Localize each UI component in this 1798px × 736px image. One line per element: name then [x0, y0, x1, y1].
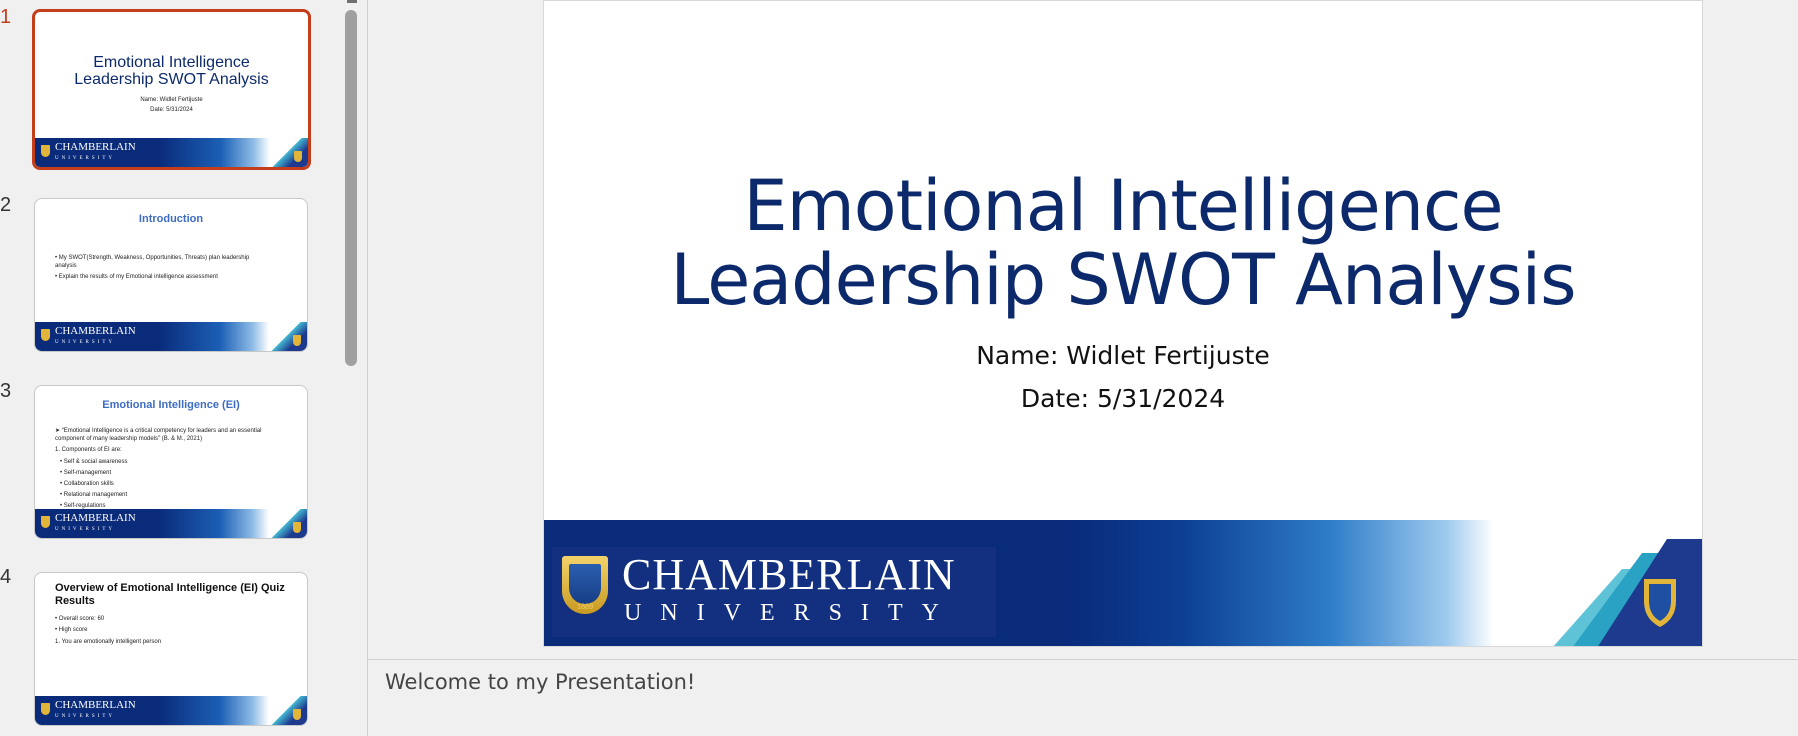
logo-sub-text: UNIVERSITY [624, 600, 958, 626]
thumb-4-numbered: 1. You are emotionally intelligent perso… [55, 639, 162, 645]
slide-title[interactable]: Emotional Intelligence Leadership SWOT A… [544, 169, 1702, 317]
thumb-2-bullet-2: • Explain the results of my Emotional in… [55, 274, 218, 280]
logo-name-text: CHAMBERLAIN [622, 550, 956, 599]
thumb-footer-banner: CHAMBERLAIN UNIVERSITY [35, 322, 307, 351]
slide-thumbnail-4[interactable]: Overview of Emotional Intelligence (EI) … [34, 572, 308, 726]
shield-icon [41, 516, 50, 528]
shield-inner [569, 564, 601, 604]
slide-number-4: 4 [0, 566, 12, 588]
shield-icon [293, 522, 301, 533]
thumb-4-bullet-1: • Overall score: 60 [55, 616, 105, 622]
shield-icon [294, 151, 302, 162]
thumb-4-heading: Overview of Emotional Intelligence (EI) … [55, 582, 285, 607]
shield-year: 1889 [577, 602, 593, 611]
thumb-3-bullet-2: • Self-management [60, 470, 112, 476]
shield-icon [41, 703, 50, 715]
thumb-3-bullet-4: • Relational management [60, 492, 128, 498]
slide-canvas[interactable]: Emotional Intelligence Leadership SWOT A… [543, 0, 1703, 647]
thumb-footer-banner: CHAMBERLAIN UNIVERSITY [35, 138, 308, 167]
slide-date[interactable]: Date: 5/31/2024 [544, 384, 1702, 413]
slide-thumbnail-2[interactable]: Introduction • My SWOT(Strength, Weaknes… [34, 198, 308, 352]
thumb-3-bullet-3: • Collaboration skills [60, 481, 114, 487]
slide-number-3: 3 [0, 380, 12, 402]
slide-thumbnail-1[interactable]: Emotional Intelligence Leadership SWOT A… [32, 9, 311, 170]
shield-icon [293, 709, 301, 720]
scroll-up-arrow[interactable] [347, 0, 357, 3]
shield-icon [41, 329, 50, 341]
shield-icon [41, 145, 50, 157]
speaker-notes[interactable]: Welcome to my Presentation! [385, 670, 695, 694]
pane-divider[interactable] [367, 0, 368, 736]
footer-banner: 1889 CHAMBERLAIN UNIVERSITY [544, 520, 1702, 646]
slide-thumbnail-pane[interactable]: 1 Emotional Intelligence Leadership SWOT… [0, 0, 340, 736]
thumb-2-heading: Introduction [138, 213, 204, 225]
thumbnail-scrollbar-thumb[interactable] [345, 10, 357, 366]
thumb-3-bullet-1: • Self & social awareness [60, 459, 128, 465]
thumb-3-heading: Emotional Intelligence (EI) [102, 399, 240, 411]
corner-graphic [271, 322, 307, 351]
thumb-1-date: Date: 5/31/2024 [150, 107, 193, 113]
thumb-footer-banner: CHAMBERLAIN UNIVERSITY [35, 509, 307, 538]
slide-number-2: 2 [0, 194, 12, 216]
corner-graphic [1553, 539, 1702, 646]
thumb-3-quote: ➤ “Emotional Intelligence is a critical … [55, 428, 262, 442]
slide-number-1: 1 [0, 6, 12, 28]
thumb-3-list-intro: 1. Components of EI are: [55, 447, 122, 453]
thumb-1-title: Emotional Intelligence Leadership SWOT A… [74, 54, 269, 88]
thumb-footer-banner: CHAMBERLAIN UNIVERSITY [35, 696, 307, 725]
corner-graphic [271, 509, 307, 538]
corner-graphic [271, 696, 307, 725]
thumb-4-bullet-2: • High score [55, 627, 88, 633]
corner-graphic [272, 138, 308, 167]
notes-divider[interactable] [368, 659, 1798, 660]
slide-author-name[interactable]: Name: Widlet Fertijuste [544, 341, 1702, 370]
thumb-2-bullet-1: • My SWOT(Strength, Weakness, Opportunit… [55, 255, 250, 269]
thumb-1-name: Name: Widlet Fertijuste [140, 97, 203, 103]
shield-icon [293, 335, 301, 346]
slide-thumbnail-3[interactable]: Emotional Intelligence (EI) ➤ “Emotional… [34, 385, 308, 539]
